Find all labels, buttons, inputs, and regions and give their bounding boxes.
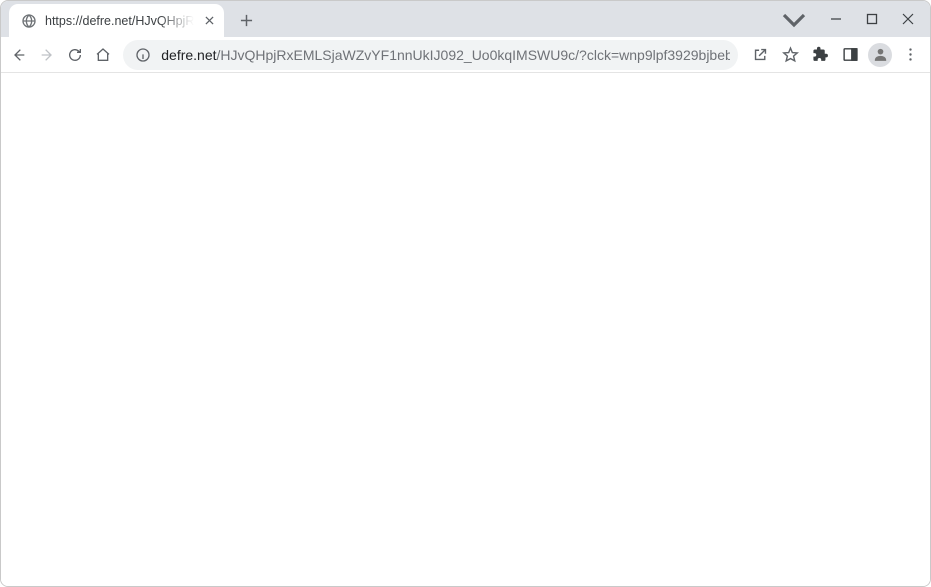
toolbar: defre.net/HJvQHpjRxEMLSjaWZvYF1nnUkIJ092… bbox=[1, 37, 930, 73]
tab-search-button[interactable] bbox=[780, 5, 808, 33]
tab-title: https://defre.net/HJvQHpjRxEMLSjaWZvYF1n… bbox=[45, 14, 197, 28]
address-bar[interactable]: defre.net/HJvQHpjRxEMLSjaWZvYF1nnUkIJ092… bbox=[123, 40, 738, 70]
tab-active[interactable]: https://defre.net/HJvQHpjRxEMLSjaWZvYF1n… bbox=[9, 4, 224, 37]
url-path: /HJvQHpjRxEMLSjaWZvYF1nnUkIJ092_Uo0kqIMS… bbox=[217, 47, 730, 63]
share-button[interactable] bbox=[746, 41, 774, 69]
home-button[interactable] bbox=[91, 41, 115, 69]
page-content bbox=[1, 73, 930, 586]
window-controls bbox=[780, 1, 926, 37]
url-domain: defre.net bbox=[161, 47, 216, 63]
forward-button[interactable] bbox=[35, 41, 59, 69]
profile-button[interactable] bbox=[866, 41, 894, 69]
globe-icon bbox=[21, 13, 37, 29]
menu-button[interactable] bbox=[896, 41, 924, 69]
toolbar-right bbox=[746, 41, 924, 69]
avatar-icon bbox=[868, 43, 892, 67]
tab-strip: https://defre.net/HJvQHpjRxEMLSjaWZvYF1n… bbox=[1, 1, 930, 37]
window-maximize-button[interactable] bbox=[854, 5, 890, 33]
reload-button[interactable] bbox=[63, 41, 87, 69]
site-info-icon[interactable] bbox=[135, 47, 151, 63]
side-panel-button[interactable] bbox=[836, 41, 864, 69]
new-tab-button[interactable] bbox=[232, 6, 260, 34]
tab-close-button[interactable] bbox=[205, 13, 214, 29]
back-button[interactable] bbox=[7, 41, 31, 69]
url-text: defre.net/HJvQHpjRxEMLSjaWZvYF1nnUkIJ092… bbox=[161, 47, 730, 63]
extensions-button[interactable] bbox=[806, 41, 834, 69]
bookmark-button[interactable] bbox=[776, 41, 804, 69]
window-close-button[interactable] bbox=[890, 5, 926, 33]
window-minimize-button[interactable] bbox=[818, 5, 854, 33]
browser-window: https://defre.net/HJvQHpjRxEMLSjaWZvYF1n… bbox=[0, 0, 931, 587]
